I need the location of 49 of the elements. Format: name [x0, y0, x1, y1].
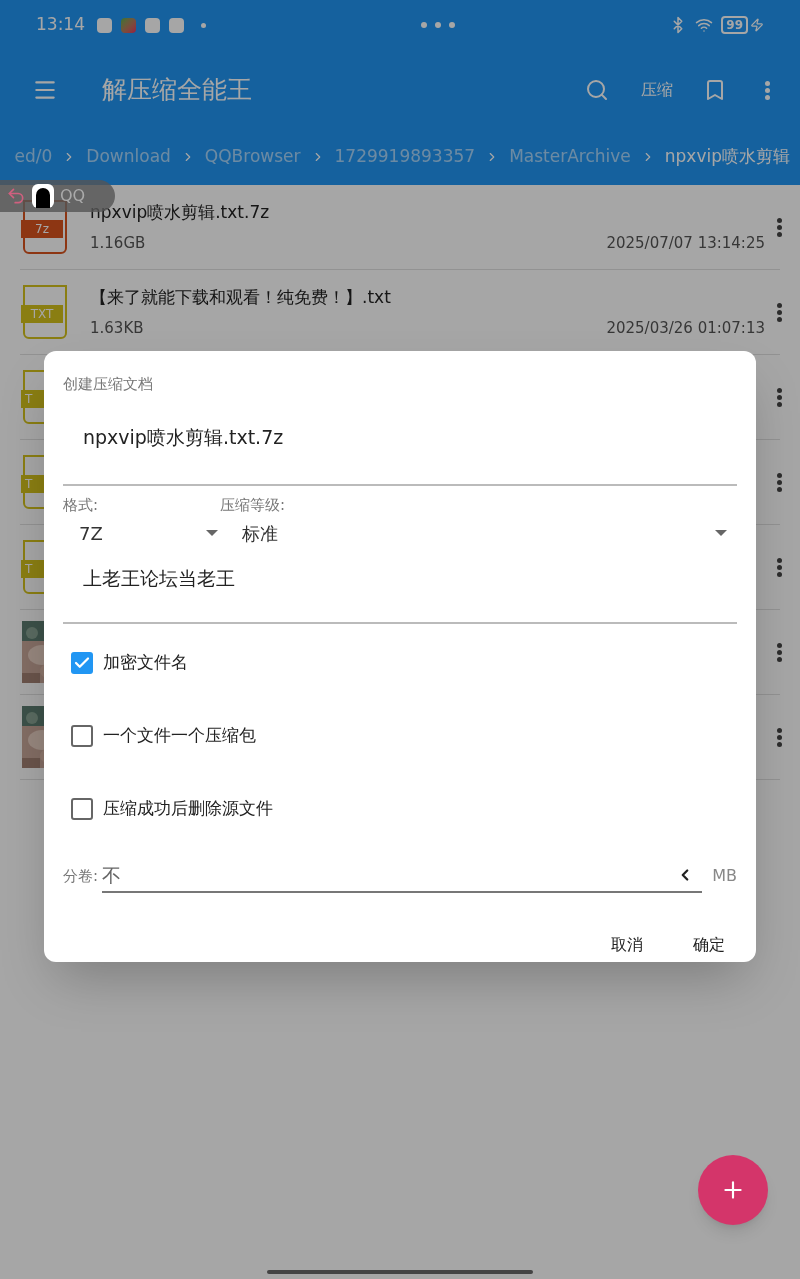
unit-label: MB — [712, 865, 737, 887]
split-label: 分卷: — [63, 865, 99, 887]
more-button[interactable] — [775, 470, 784, 494]
file-icon: TXT — [23, 285, 67, 339]
more-icon — [777, 642, 782, 662]
filename-field[interactable]: npxvip喷水剪辑.txt.7z — [63, 421, 737, 486]
more-button[interactable] — [775, 725, 784, 749]
charging-icon — [750, 18, 764, 32]
app-title: 解压缩全能王 — [102, 74, 253, 107]
more-icon — [777, 217, 782, 237]
checkbox[interactable] — [71, 651, 93, 674]
more-button[interactable] — [775, 300, 784, 324]
back-icon — [6, 186, 26, 206]
split-field[interactable]: 不 — [102, 860, 677, 890]
file-date: 2025/03/26 01:07:13 — [606, 317, 765, 339]
search-icon — [585, 78, 609, 102]
option-checkbox[interactable]: 压缩成功后删除源文件 — [63, 772, 737, 845]
level-dropdown[interactable]: 标准 — [220, 518, 737, 548]
file-size: 1.63KB — [90, 317, 144, 339]
battery-icon: 99 — [721, 16, 748, 34]
more-button[interactable] — [775, 555, 784, 579]
more-icon — [777, 727, 782, 747]
more-button[interactable] — [775, 640, 784, 664]
file-name: 【来了就能下载和观看！纯免费！】.txt — [90, 286, 392, 309]
more-button[interactable] — [775, 215, 784, 239]
option-checkbox[interactable]: 加密文件名 — [63, 626, 737, 699]
password-field[interactable]: 上老王论坛当老王 — [63, 564, 737, 624]
dialog-button[interactable]: 取消 — [611, 933, 643, 957]
app-icon — [121, 17, 136, 33]
more-icon — [420, 22, 455, 28]
dialog-button[interactable]: 确定 — [693, 933, 725, 957]
option-checkbox[interactable]: 一个文件一个压缩包 — [63, 699, 737, 772]
wifi-icon — [695, 16, 714, 34]
more-button[interactable] — [775, 385, 784, 409]
more-icon — [777, 557, 782, 577]
clock: 13:14 — [36, 13, 85, 37]
level-label: 压缩等级: — [220, 494, 287, 516]
checkbox[interactable] — [71, 797, 93, 820]
more-icon — [777, 472, 782, 492]
file-size: 1.16GB — [90, 232, 146, 254]
search-button[interactable] — [585, 78, 609, 102]
more-icon — [765, 80, 770, 100]
checkbox[interactable] — [71, 724, 93, 747]
file-date: 2025/07/07 13:14:25 — [606, 232, 765, 254]
app-icon — [145, 17, 160, 33]
more-icon — [777, 302, 782, 322]
more-icon — [777, 387, 782, 407]
more-button[interactable] — [763, 78, 772, 102]
app-icon — [169, 17, 184, 33]
